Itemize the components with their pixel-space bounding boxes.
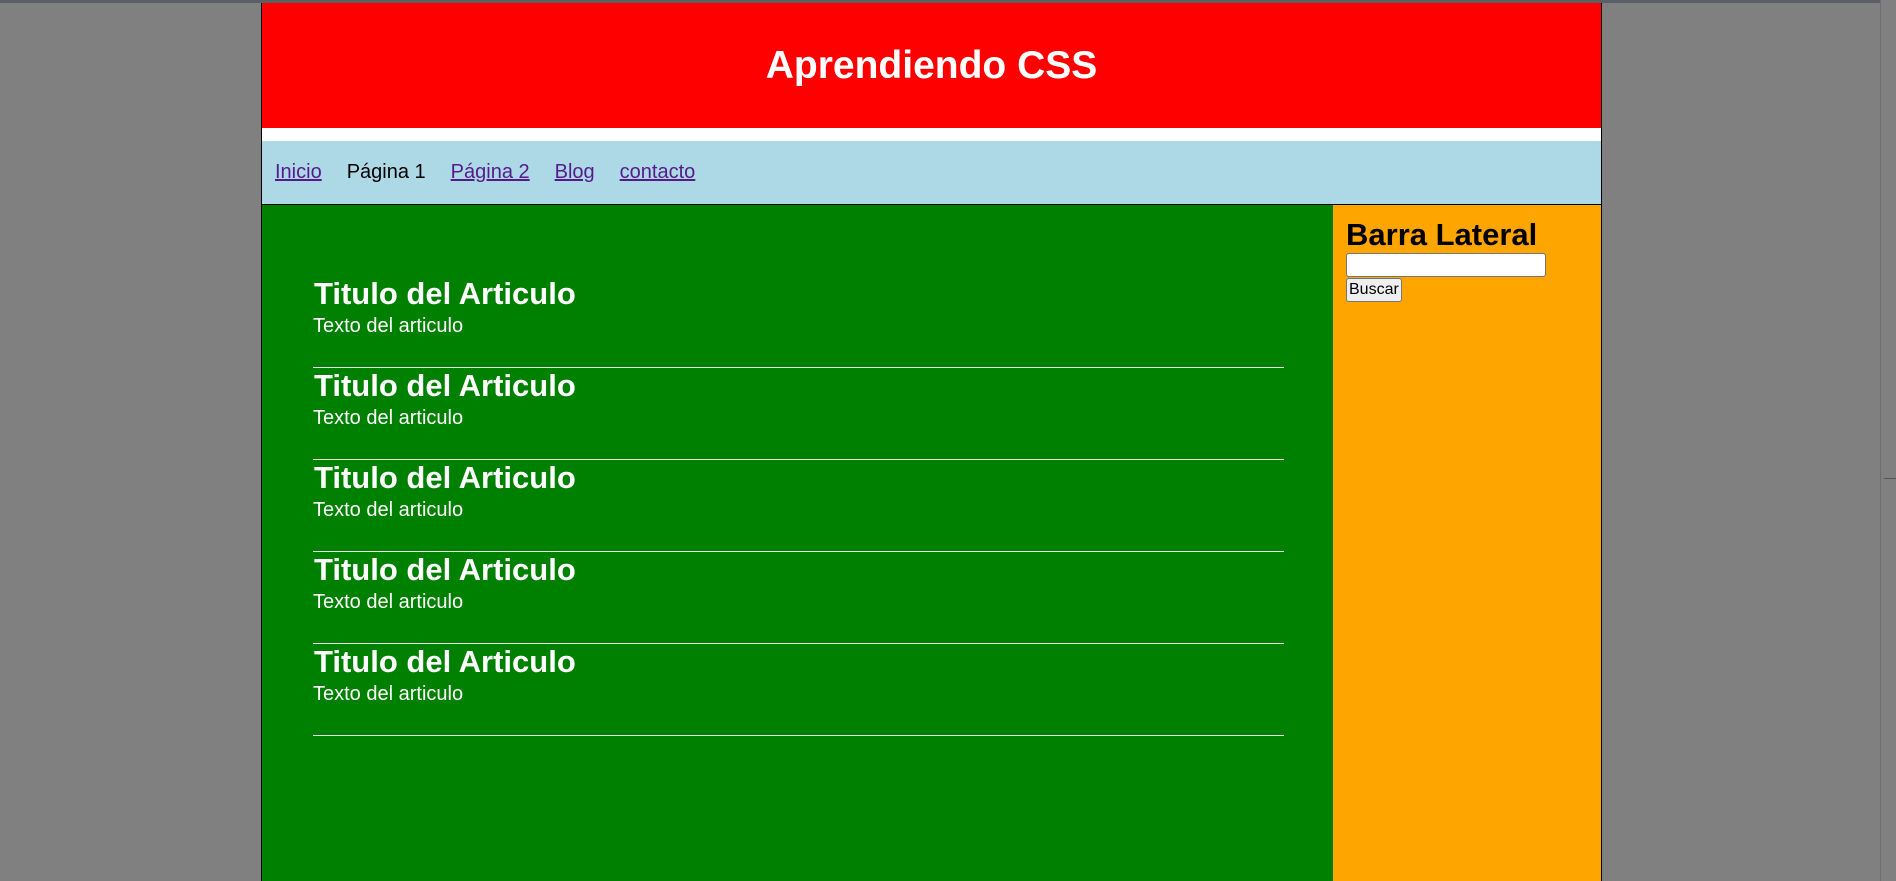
- sidebar: Barra Lateral Buscar: [1333, 205, 1601, 881]
- article: Titulo del Articulo Texto del articulo: [313, 461, 1284, 552]
- scrollbar-mark: [1884, 478, 1896, 479]
- article-title: Titulo del Articulo: [314, 276, 576, 311]
- article-title: Titulo del Articulo: [314, 552, 576, 587]
- article-title: Titulo del Articulo: [314, 368, 576, 403]
- main-content: Titulo del Articulo Texto del articulo T…: [262, 205, 1333, 881]
- main-nav: Inicio Página 1 Página 2 Blog contacto: [262, 141, 1601, 205]
- site-title: Aprendiendo CSS: [765, 43, 1098, 87]
- nav-link-blog[interactable]: Blog: [555, 161, 595, 184]
- article-text: Texto del articulo: [313, 683, 464, 705]
- nav-link-pagina-2[interactable]: Página 2: [451, 161, 530, 184]
- sidebar-title: Barra Lateral: [1346, 217, 1538, 252]
- nav-link-contacto[interactable]: contacto: [620, 161, 696, 184]
- site-header: Aprendiendo CSS: [262, 3, 1601, 128]
- article-title: Titulo del Articulo: [314, 644, 576, 679]
- page-container: Aprendiendo CSS Inicio Página 1 Página 2…: [261, 3, 1602, 881]
- nav-link-inicio[interactable]: Inicio: [275, 161, 322, 184]
- article-text: Texto del articulo: [313, 499, 464, 521]
- article-text: Texto del articulo: [313, 591, 464, 613]
- article-text: Texto del articulo: [313, 315, 464, 337]
- article: Titulo del Articulo Texto del articulo: [313, 645, 1284, 736]
- article: Titulo del Articulo Texto del articulo: [313, 277, 1284, 368]
- search-input[interactable]: [1346, 253, 1546, 277]
- window-right-edge: [1880, 0, 1896, 881]
- article-list: Titulo del Articulo Texto del articulo T…: [313, 277, 1284, 737]
- article: Titulo del Articulo Texto del articulo: [313, 553, 1284, 644]
- article-title: Titulo del Articulo: [314, 460, 576, 495]
- search-button[interactable]: Buscar: [1346, 278, 1402, 302]
- nav-item-pagina-1: Página 1: [346, 161, 426, 183]
- article: Titulo del Articulo Texto del articulo: [313, 369, 1284, 460]
- article-text: Texto del articulo: [313, 407, 464, 429]
